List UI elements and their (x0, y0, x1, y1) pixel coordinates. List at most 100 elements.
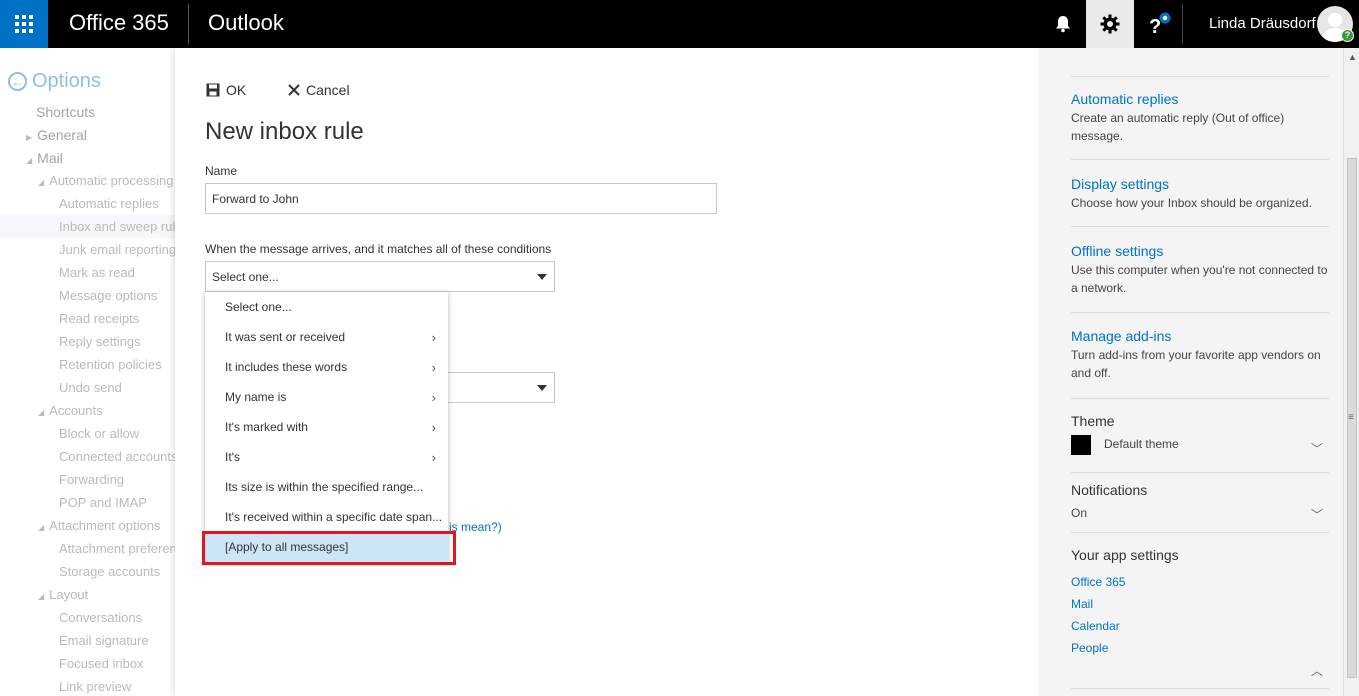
nav-item-inbox-sweep-rules[interactable]: Inbox and sweep rules (59, 219, 175, 234)
nav-item-accounts[interactable]: ◢ Accounts (38, 403, 103, 418)
menu-item-label: It's received within a specific date spa… (225, 510, 443, 524)
nav-item-read-receipts[interactable]: Read receipts (59, 311, 139, 326)
chevron-down-icon[interactable]: ﹀ (1311, 506, 1323, 523)
app-settings-people-link[interactable]: People (1071, 641, 1108, 655)
conditions-dropdown-menu: Select one... It was sent or received › … (205, 292, 448, 562)
nav-item-junk-email-reporting[interactable]: Junk email reporting (59, 242, 175, 257)
app-launcher-button[interactable] (0, 0, 48, 48)
nav-item-undo-send[interactable]: Undo send (59, 380, 122, 395)
nav-item-automatic-processing[interactable]: ◢ Automatic processing (38, 173, 173, 188)
settings-button[interactable] (1086, 0, 1134, 48)
scroll-up-icon[interactable]: ▲ (1348, 52, 1357, 62)
caret-down-icon (537, 274, 547, 280)
menu-item-label: It's (225, 450, 240, 464)
nav-item-attachment-options[interactable]: ◢ Attachment options (38, 518, 160, 533)
svg-text:?: ? (1149, 16, 1161, 37)
options-title: Options (32, 70, 101, 92)
divider (1071, 688, 1329, 689)
page-title: New inbox rule (205, 118, 364, 145)
menu-item-select-one[interactable]: Select one... (205, 292, 448, 322)
nav-item-email-signature[interactable]: Email signature (59, 633, 149, 648)
menu-item-label: Its size is within the specified range..… (225, 480, 424, 494)
nav-label: Accounts (49, 403, 103, 418)
nav-item-attachment-preferences[interactable]: Attachment preferences (59, 541, 175, 556)
collapse-icon: ◢ (38, 523, 45, 532)
menu-item-my-name-is[interactable]: My name is › (205, 382, 448, 412)
nav-item-layout[interactable]: ◢ Layout (38, 587, 88, 602)
divider (1071, 398, 1329, 399)
top-bar: Office 365 Outlook ? Linda Dräusdorf ? (0, 0, 1359, 48)
nav-label: Automatic processing (49, 173, 174, 188)
options-nav: ← Options Shortcuts ▶ General ◢ Mail ◢ Auto… (0, 48, 175, 696)
nav-item-forwarding[interactable]: Forwarding (59, 472, 124, 487)
menu-item-label: [Apply to all messages] (225, 540, 349, 554)
menu-item-apply-to-all[interactable]: [Apply to all messages] (205, 532, 448, 562)
ok-button[interactable]: OK (206, 82, 246, 98)
nav-item-retention-policies[interactable]: Retention policies (59, 357, 162, 372)
automatic-replies-link[interactable]: Automatic replies (1071, 91, 1178, 107)
user-name[interactable]: Linda Dräusdorf (1209, 15, 1316, 32)
nav-item-reply-settings[interactable]: Reply settings (59, 334, 141, 349)
nav-item-block-or-allow[interactable]: Block or allow (59, 426, 139, 441)
divider (1071, 76, 1329, 77)
conditions-select[interactable]: Select one... (205, 261, 555, 292)
nav-label: Attachment options (49, 518, 161, 533)
nav-item-storage-accounts[interactable]: Storage accounts (59, 564, 160, 579)
settings-scrollbar[interactable]: ▲ ≡ (1343, 48, 1359, 696)
menu-item-date-span[interactable]: It's received within a specific date spa… (205, 502, 448, 532)
nav-item-connected-accounts[interactable]: Connected accounts (59, 449, 175, 464)
menu-item-label: It was sent or received (225, 330, 346, 344)
nav-item-link-preview[interactable]: Link preview (59, 679, 131, 694)
divider (1071, 312, 1329, 313)
divider (1071, 472, 1329, 473)
settings-pane: Automatic replies Create an automatic re… (1039, 48, 1343, 696)
app-settings-calendar-link[interactable]: Calendar (1071, 619, 1120, 633)
menu-item-size-range[interactable]: Its size is within the specified range..… (205, 472, 448, 502)
nav-item-conversations[interactable]: Conversations (59, 610, 142, 625)
display-settings-link[interactable]: Display settings (1071, 176, 1169, 192)
presence-badge: ? (1341, 29, 1354, 42)
help-link[interactable]: is mean?) (449, 520, 502, 534)
manage-addins-link[interactable]: Manage add-ins (1071, 328, 1171, 344)
divider (1071, 159, 1329, 160)
nav-item-mail[interactable]: ◢ Mail (26, 150, 63, 166)
chevron-down-icon[interactable]: ﹀ (1311, 440, 1323, 457)
theme-value[interactable]: Default theme (1104, 437, 1179, 451)
menu-item-includes-words[interactable]: It includes these words › (205, 352, 448, 382)
app-settings-mail-link[interactable]: Mail (1071, 597, 1093, 611)
divider (1071, 226, 1329, 227)
chevron-up-icon[interactable]: ︿ (1311, 662, 1323, 679)
help-icon: ? (1149, 12, 1171, 37)
nav-item-general[interactable]: ▶ General (26, 127, 87, 143)
menu-item-its[interactable]: It's › (205, 442, 448, 472)
brand-label[interactable]: Office 365 (69, 10, 169, 36)
back-arrow-icon: ← (8, 72, 27, 91)
nav-item-pop-imap[interactable]: POP and IMAP (59, 495, 147, 510)
notifications-button[interactable] (1039, 0, 1087, 48)
caret-down-icon (537, 385, 547, 391)
options-back-button[interactable]: ← Options (8, 70, 101, 93)
ok-label: OK (226, 82, 247, 98)
menu-item-sent-or-received[interactable]: It was sent or received › (205, 322, 448, 352)
nav-item-automatic-replies[interactable]: Automatic replies (59, 196, 159, 211)
nav-item-focused-inbox[interactable]: Focused inbox (59, 656, 144, 671)
nav-item-message-options[interactable]: Message options (59, 288, 157, 303)
theme-swatch[interactable] (1071, 435, 1091, 455)
cancel-button[interactable]: Cancel (288, 82, 350, 98)
menu-item-label: My name is (225, 390, 287, 404)
chevron-right-icon: › (431, 420, 436, 435)
help-button[interactable]: ? (1135, 0, 1183, 48)
app-name[interactable]: Outlook (208, 10, 284, 36)
nav-label: Layout (49, 587, 89, 602)
bell-icon (1056, 16, 1070, 33)
app-settings-office365-link[interactable]: Office 365 (1071, 575, 1125, 589)
nav-label: General (37, 127, 87, 143)
nav-item-shortcuts[interactable]: Shortcuts (36, 104, 95, 120)
nav-item-mark-as-read[interactable]: Mark as read (59, 265, 135, 280)
offline-settings-desc: Use this computer when you're not connec… (1071, 263, 1328, 295)
rule-name-input[interactable]: Forward to John (205, 183, 717, 214)
notifications-value[interactable]: On (1071, 506, 1087, 520)
waffle-icon (15, 15, 33, 33)
menu-item-marked-with[interactable]: It's marked with › (205, 412, 448, 442)
offline-settings-link[interactable]: Offline settings (1071, 243, 1163, 259)
